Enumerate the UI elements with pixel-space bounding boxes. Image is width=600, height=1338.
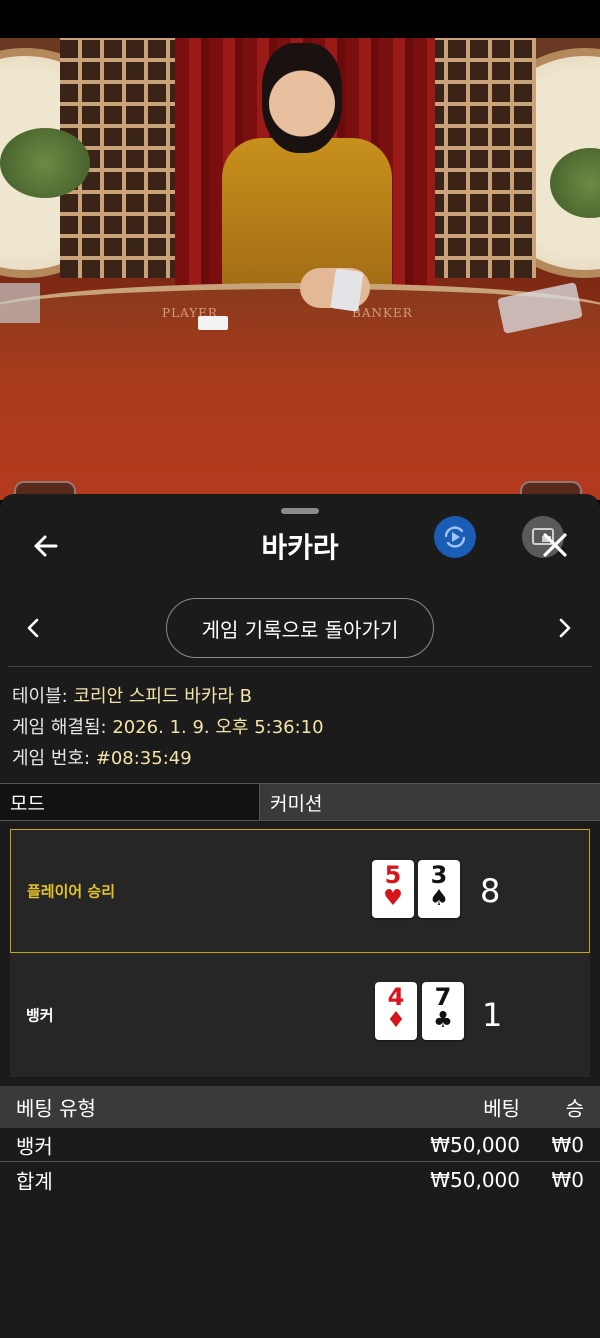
card-rank: 5 bbox=[384, 861, 402, 889]
dealer-head bbox=[262, 43, 342, 153]
win-amount-cell: ₩0 bbox=[551, 1132, 585, 1157]
playing-card: 4 ♦ bbox=[375, 982, 417, 1040]
banker-hand-score: 1 bbox=[482, 996, 503, 1034]
playing-card: 3 ♠ bbox=[418, 860, 460, 918]
discard-tray bbox=[0, 283, 40, 323]
close-icon bbox=[543, 533, 567, 557]
info-table: 테이블: 코리안 스피드 바카라 B bbox=[12, 682, 252, 708]
live-video-stream[interactable]: PLAYER BANKER 4 0 bbox=[0, 38, 600, 500]
info-resolved: 게임 해결됨: 2026. 1. 9. 오후 5:36:10 bbox=[12, 713, 324, 739]
header-win-amount: 승 bbox=[565, 1096, 584, 1121]
spade-icon: ♠ bbox=[429, 886, 449, 911]
table-row: 뱅커 ₩50,000 ₩0 bbox=[0, 1128, 600, 1162]
decor-bonsai-left bbox=[0, 128, 90, 198]
next-game-button[interactable] bbox=[554, 616, 576, 640]
bets-table-header: 베팅 유형 베팅 승 bbox=[0, 1086, 600, 1128]
heart-icon: ♥ bbox=[383, 886, 403, 911]
banker-hand-row: 뱅커 4 ♦ 7 ♣ 1 bbox=[10, 953, 590, 1077]
page-title: 바카라 bbox=[261, 531, 339, 564]
close-button[interactable] bbox=[538, 528, 572, 562]
info-table-value: 코리안 스피드 바카라 B bbox=[73, 686, 253, 707]
chevron-right-icon bbox=[559, 618, 571, 638]
previous-game-button[interactable] bbox=[22, 616, 44, 640]
card-rank: 3 bbox=[430, 861, 448, 889]
table-row-total: 합계 ₩50,000 ₩0 bbox=[0, 1163, 600, 1197]
header-bet-type: 베팅 유형 bbox=[16, 1096, 96, 1121]
chevron-left-icon bbox=[27, 618, 39, 638]
decor-lattice-right bbox=[426, 38, 536, 278]
card-rank: 4 bbox=[387, 983, 405, 1011]
club-icon: ♣ bbox=[433, 1008, 453, 1033]
banker-hand-label: 뱅커 bbox=[26, 1006, 54, 1025]
back-to-history-button[interactable]: 게임 기록으로 돌아가기 bbox=[166, 598, 434, 658]
replay-icon bbox=[444, 526, 466, 548]
header-bet-amount: 베팅 bbox=[483, 1096, 520, 1121]
total-bet-cell: ₩50,000 bbox=[430, 1168, 520, 1192]
total-label-cell: 합계 bbox=[16, 1169, 53, 1194]
felt-card bbox=[198, 316, 228, 330]
info-resolved-value: 2026. 1. 9. 오후 5:36:10 bbox=[112, 717, 324, 738]
playing-card: 7 ♣ bbox=[422, 982, 464, 1040]
replay-button[interactable] bbox=[434, 516, 476, 558]
bet-amount-cell: ₩50,000 bbox=[430, 1132, 520, 1157]
info-resolved-label: 게임 해결됨: bbox=[12, 717, 113, 738]
info-game-number: 게임 번호: #08:35:49 bbox=[12, 744, 192, 770]
divider bbox=[8, 666, 592, 667]
diamond-icon: ♦ bbox=[386, 1008, 406, 1033]
game-history-sheet: 바카라 게임 기록으로 돌아가기 테이블: 코리안 스피드 바카라 B 게임 해… bbox=[0, 494, 600, 1338]
player-hand-score: 8 bbox=[480, 872, 501, 910]
player-hand-label: 플레이어 승리 bbox=[27, 882, 116, 901]
info-table-label: 테이블: bbox=[12, 686, 74, 707]
felt-label-banker: BANKER bbox=[352, 306, 413, 320]
card-rank: 7 bbox=[434, 983, 452, 1011]
status-bar bbox=[0, 0, 600, 38]
total-win-cell: ₩0 bbox=[551, 1168, 585, 1192]
playing-card: 5 ♥ bbox=[372, 860, 414, 918]
info-game-number-label: 게임 번호: bbox=[12, 748, 96, 769]
sheet-grabber-handle[interactable] bbox=[281, 508, 319, 514]
player-hand-row: 플레이어 승리 5 ♥ 3 ♠ 8 bbox=[10, 829, 590, 953]
bet-type-cell: 뱅커 bbox=[16, 1134, 53, 1158]
info-game-number-value: #08:35:49 bbox=[95, 748, 192, 769]
mode-label: 모드 bbox=[0, 784, 260, 820]
mode-row: 모드 커미션 bbox=[0, 783, 600, 821]
mode-value: 커미션 bbox=[260, 784, 600, 820]
